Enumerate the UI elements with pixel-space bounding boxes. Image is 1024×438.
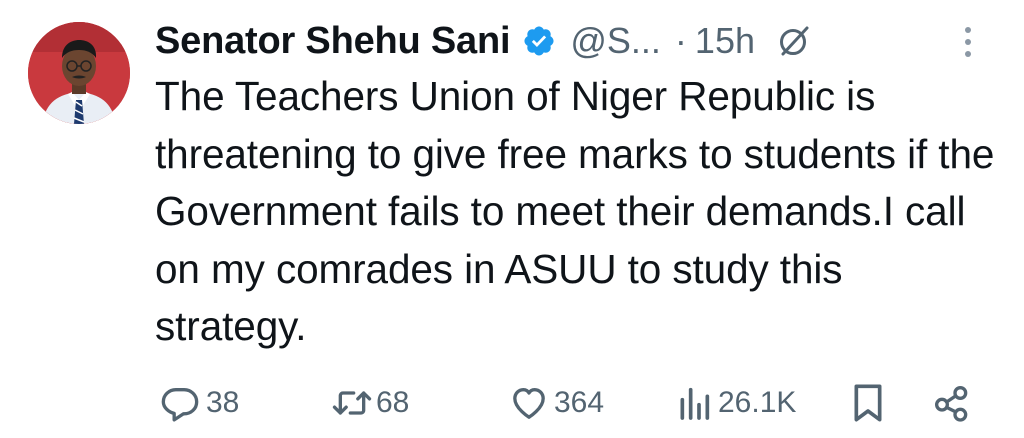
reply-button[interactable]: 38	[160, 381, 239, 425]
like-button[interactable]: 364	[508, 381, 604, 425]
header-separator: ·	[674, 20, 687, 61]
tweet-card[interactable]: Senator Shehu Sani @S... · 15h The Teach…	[0, 0, 1024, 438]
tweet-text: The Teachers Union of Niger Republic is …	[155, 73, 1006, 349]
heart-icon	[508, 383, 550, 423]
reply-count: 38	[206, 386, 240, 419]
bookmark-button[interactable]	[852, 381, 884, 425]
reply-icon	[160, 383, 200, 423]
views-button[interactable]: 26.1K	[676, 381, 796, 425]
like-count: 364	[554, 386, 605, 419]
share-icon	[932, 383, 972, 423]
repost-icon	[330, 383, 374, 423]
tweet-timestamp[interactable]: 15h	[695, 20, 755, 62]
repost-button[interactable]: 68	[330, 381, 409, 425]
author-avatar[interactable]	[28, 22, 130, 124]
author-handle[interactable]: @S...	[570, 20, 661, 62]
tweet-header: Senator Shehu Sani @S... · 15h	[155, 14, 811, 68]
views-chart-icon	[676, 383, 712, 423]
avatar-photo-icon	[28, 22, 130, 124]
author-display-name[interactable]: Senator Shehu Sani	[155, 20, 511, 63]
bookmark-icon	[852, 383, 884, 423]
grok-icon[interactable]	[777, 24, 811, 58]
views-count: 26.1K	[718, 386, 797, 419]
verified-badge-icon	[522, 24, 556, 58]
more-options-icon[interactable]	[960, 24, 976, 60]
share-button[interactable]	[932, 381, 972, 425]
repost-count: 68	[376, 386, 410, 419]
